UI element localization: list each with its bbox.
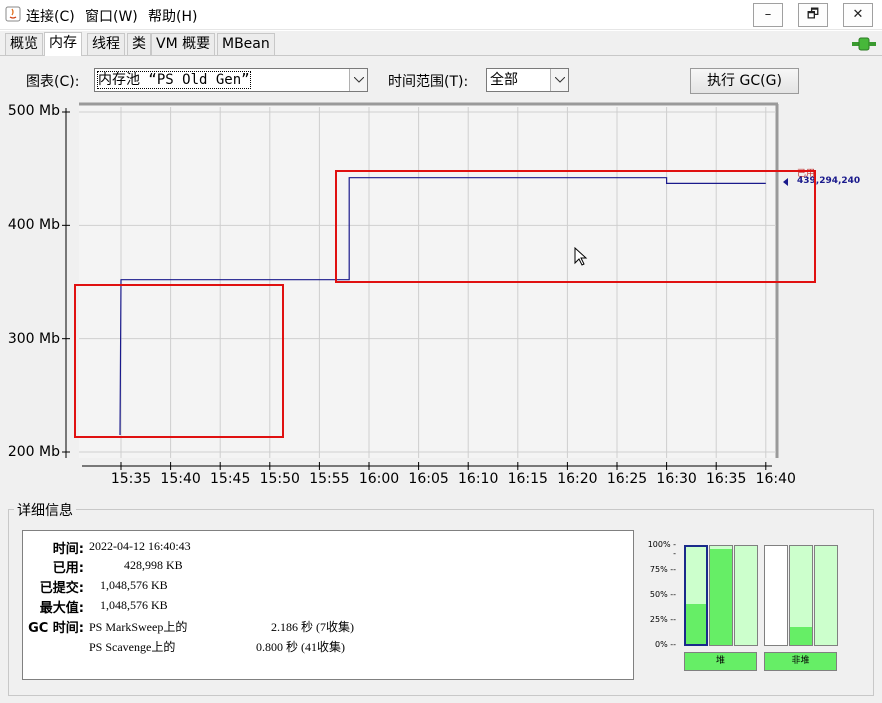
- used-value: 428,998 KB: [124, 558, 183, 572]
- bar-fill: [686, 604, 706, 644]
- bar-fill: [790, 627, 812, 645]
- committed-label: 已提交:: [39, 581, 84, 596]
- pct-label: 50% --: [649, 590, 676, 599]
- gc-time-label: GC 时间:: [28, 621, 84, 636]
- nonheap-bar-1[interactable]: [789, 545, 813, 646]
- heap-bar-1[interactable]: [709, 545, 733, 646]
- time-label: 时间:: [52, 542, 84, 557]
- nonheap-bar-0[interactable]: [764, 545, 788, 646]
- committed-value: 1,048,576 KB: [100, 578, 168, 592]
- heap-bar-2[interactable]: [734, 545, 758, 646]
- time-value: 2022-04-12 16:40:43: [89, 539, 191, 553]
- x-tick-label: 16:40: [755, 471, 796, 487]
- gc-collector-time: 2.186 秒 (7收集): [271, 620, 354, 634]
- details-title: 详细信息: [14, 500, 76, 520]
- highlight-box-initial: [74, 284, 284, 438]
- pct-label: 100% --: [647, 540, 676, 558]
- gc-collector-name: PS Scavenge上的: [89, 640, 176, 654]
- heap-button[interactable]: 堆: [684, 652, 757, 671]
- nonheap-button[interactable]: 非堆: [764, 652, 837, 671]
- mouse-cursor-icon: [574, 247, 588, 266]
- pct-label: 75% --: [649, 565, 676, 574]
- nonheap-bar-2[interactable]: [814, 545, 838, 646]
- gc-collector-name: PS MarkSweep上的: [89, 620, 188, 634]
- pct-label: 25% --: [649, 615, 676, 624]
- used-label: 已用:: [52, 561, 84, 576]
- gc-collector-time: 0.800 秒 (41收集): [256, 640, 345, 654]
- bar-fill: [710, 548, 732, 645]
- max-value: 1,048,576 KB: [100, 598, 168, 612]
- heap-bar-0[interactable]: [684, 545, 708, 646]
- pct-label: 0% --: [654, 640, 676, 649]
- max-label: 最大值:: [39, 601, 84, 616]
